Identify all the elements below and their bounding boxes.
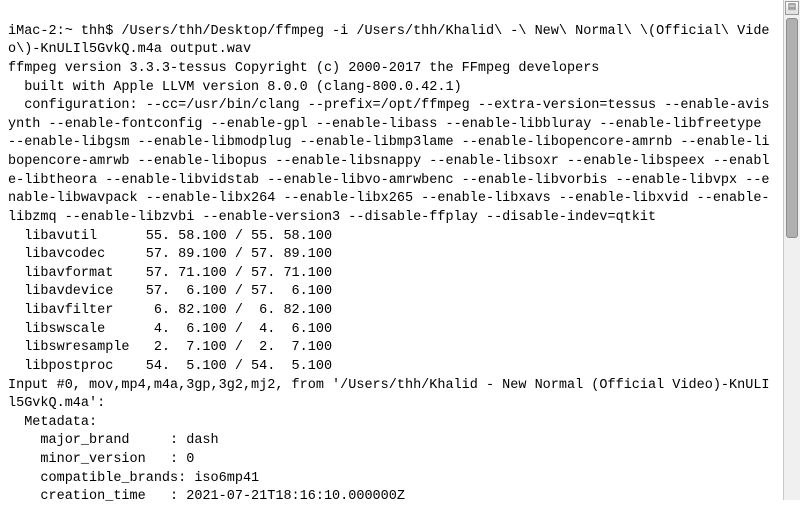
library-version-row: libavformat 57. 71.100 / 57. 71.100 [8, 265, 774, 284]
scroll-up-button[interactable]: ▤ [785, 1, 799, 15]
input-line: Input #0, mov,mp4,m4a,3gp,3g2,mj2, from … [8, 378, 770, 412]
scrollbar-track[interactable]: ▤ [783, 0, 800, 500]
banner-line: ffmpeg version 3.3.3-tessus Copyright (c… [8, 61, 599, 76]
built-line: built with Apple LLVM version 8.0.0 (cla… [8, 80, 462, 95]
library-version-row: libswscale 4. 6.100 / 4. 6.100 [8, 321, 774, 340]
terminal-output[interactable]: iMac-2:~ thh$ /Users/thh/Desktop/ffmpeg … [0, 0, 780, 500]
library-version-row: libpostproc 54. 5.100 / 54. 5.100 [8, 358, 774, 377]
library-version-row: libswresample 2. 7.100 / 2. 7.100 [8, 339, 774, 358]
library-version-row: libavutil 55. 58.100 / 55. 58.100 [8, 228, 774, 247]
scrollbar-thumb[interactable] [786, 18, 798, 238]
library-version-row: libavcodec 57. 89.100 / 57. 89.100 [8, 246, 774, 265]
config-line: configuration: --cc=/usr/bin/clang --pre… [8, 98, 770, 225]
library-version-row: libavfilter 6. 82.100 / 6. 82.100 [8, 302, 774, 321]
metadata-major-brand: major_brand : dash [8, 433, 219, 448]
metadata-creation-time: creation_time : 2021-07-21T18:16:10.0000… [8, 489, 405, 504]
metadata-header: Metadata: [8, 415, 97, 430]
metadata-compatible-brands: compatible_brands: iso6mp41 [8, 471, 259, 486]
prompt-line: iMac-2:~ thh$ /Users/thh/Desktop/ffmpeg … [8, 24, 770, 58]
metadata-minor-version: minor_version : 0 [8, 452, 194, 467]
library-versions: libavutil 55. 58.100 / 55. 58.100 libavc… [8, 228, 774, 377]
library-version-row: libavdevice 57. 6.100 / 57. 6.100 [8, 283, 774, 302]
